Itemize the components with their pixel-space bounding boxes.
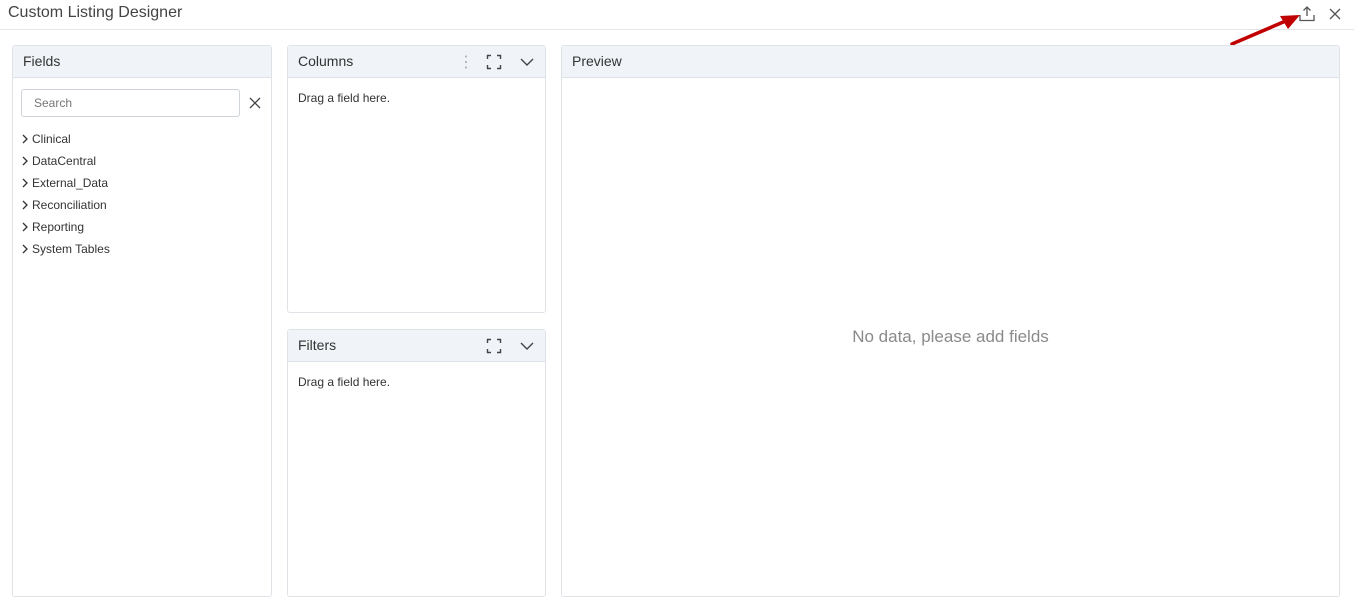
tree-item-label: External_Data: [32, 176, 109, 190]
tree-item-external-data[interactable]: External_Data: [19, 172, 110, 194]
preview-panel: Preview No data, please add fields: [561, 45, 1340, 597]
title-actions: [1296, 3, 1346, 25]
fields-tree: Clinical DataCentral External_Data Recon…: [19, 128, 110, 260]
more-vertical-icon: [464, 55, 468, 69]
tree-item-label: Reporting: [32, 220, 85, 234]
columns-panel-header: Columns: [288, 46, 545, 78]
search-box: [21, 89, 240, 117]
chevron-right-icon: [19, 155, 31, 167]
columns-panel: Columns Drag a field here.: [287, 45, 546, 313]
title-bar: Custom Listing Designer: [0, 0, 1354, 30]
chevron-right-icon: [19, 221, 31, 233]
tree-item-datacentral[interactable]: DataCentral: [19, 150, 110, 172]
expand-icon: [486, 338, 502, 354]
fields-panel-header: Fields: [13, 46, 271, 78]
tree-item-clinical[interactable]: Clinical: [19, 128, 110, 150]
tree-item-label: Clinical: [32, 132, 71, 146]
columns-panel-title: Columns: [298, 53, 354, 69]
chevron-right-icon: [19, 177, 31, 189]
clear-icon: [249, 97, 261, 109]
filters-collapse-button[interactable]: [515, 334, 539, 358]
chevron-right-icon: [19, 199, 31, 211]
filters-panel-header: Filters: [288, 330, 545, 362]
fields-panel-title: Fields: [23, 53, 61, 69]
filters-expand-button[interactable]: [482, 334, 506, 358]
filters-panel-tools: [473, 334, 539, 358]
search-input[interactable]: [22, 90, 239, 116]
filters-drop-zone[interactable]: Drag a field here.: [298, 375, 390, 389]
columns-collapse-button[interactable]: [515, 50, 539, 74]
columns-expand-button[interactable]: [482, 50, 506, 74]
filters-panel: Filters Drag a field here.: [287, 329, 546, 597]
close-icon: [1329, 8, 1341, 20]
chevron-down-icon: [520, 58, 534, 66]
expand-icon: [486, 54, 502, 70]
tree-item-reconciliation[interactable]: Reconciliation: [19, 194, 110, 216]
columns-drop-zone[interactable]: Drag a field here.: [298, 91, 390, 105]
chevron-right-icon: [19, 243, 31, 255]
tree-item-label: Reconciliation: [32, 198, 107, 212]
search-clear-button[interactable]: [247, 95, 263, 111]
preview-panel-header: Preview: [562, 46, 1339, 78]
tree-item-system-tables[interactable]: System Tables: [19, 238, 110, 260]
annotation-arrow: [1230, 15, 1300, 46]
tree-item-reporting[interactable]: Reporting: [19, 216, 110, 238]
filters-panel-title: Filters: [298, 337, 337, 353]
preview-empty-message: No data, please add fields: [852, 327, 1049, 346]
preview-panel-title: Preview: [572, 53, 622, 69]
chevron-down-icon: [520, 342, 534, 350]
columns-more-button[interactable]: [459, 50, 473, 74]
columns-panel-tools: [459, 50, 539, 74]
tree-item-label: DataCentral: [32, 154, 97, 168]
chevron-right-icon: [19, 133, 31, 145]
close-button[interactable]: [1324, 3, 1346, 25]
fields-panel: Fields Clinical DataCentral External_Dat…: [12, 45, 272, 597]
tree-item-label: System Tables: [32, 242, 110, 256]
app-title: Custom Listing Designer: [8, 4, 183, 21]
